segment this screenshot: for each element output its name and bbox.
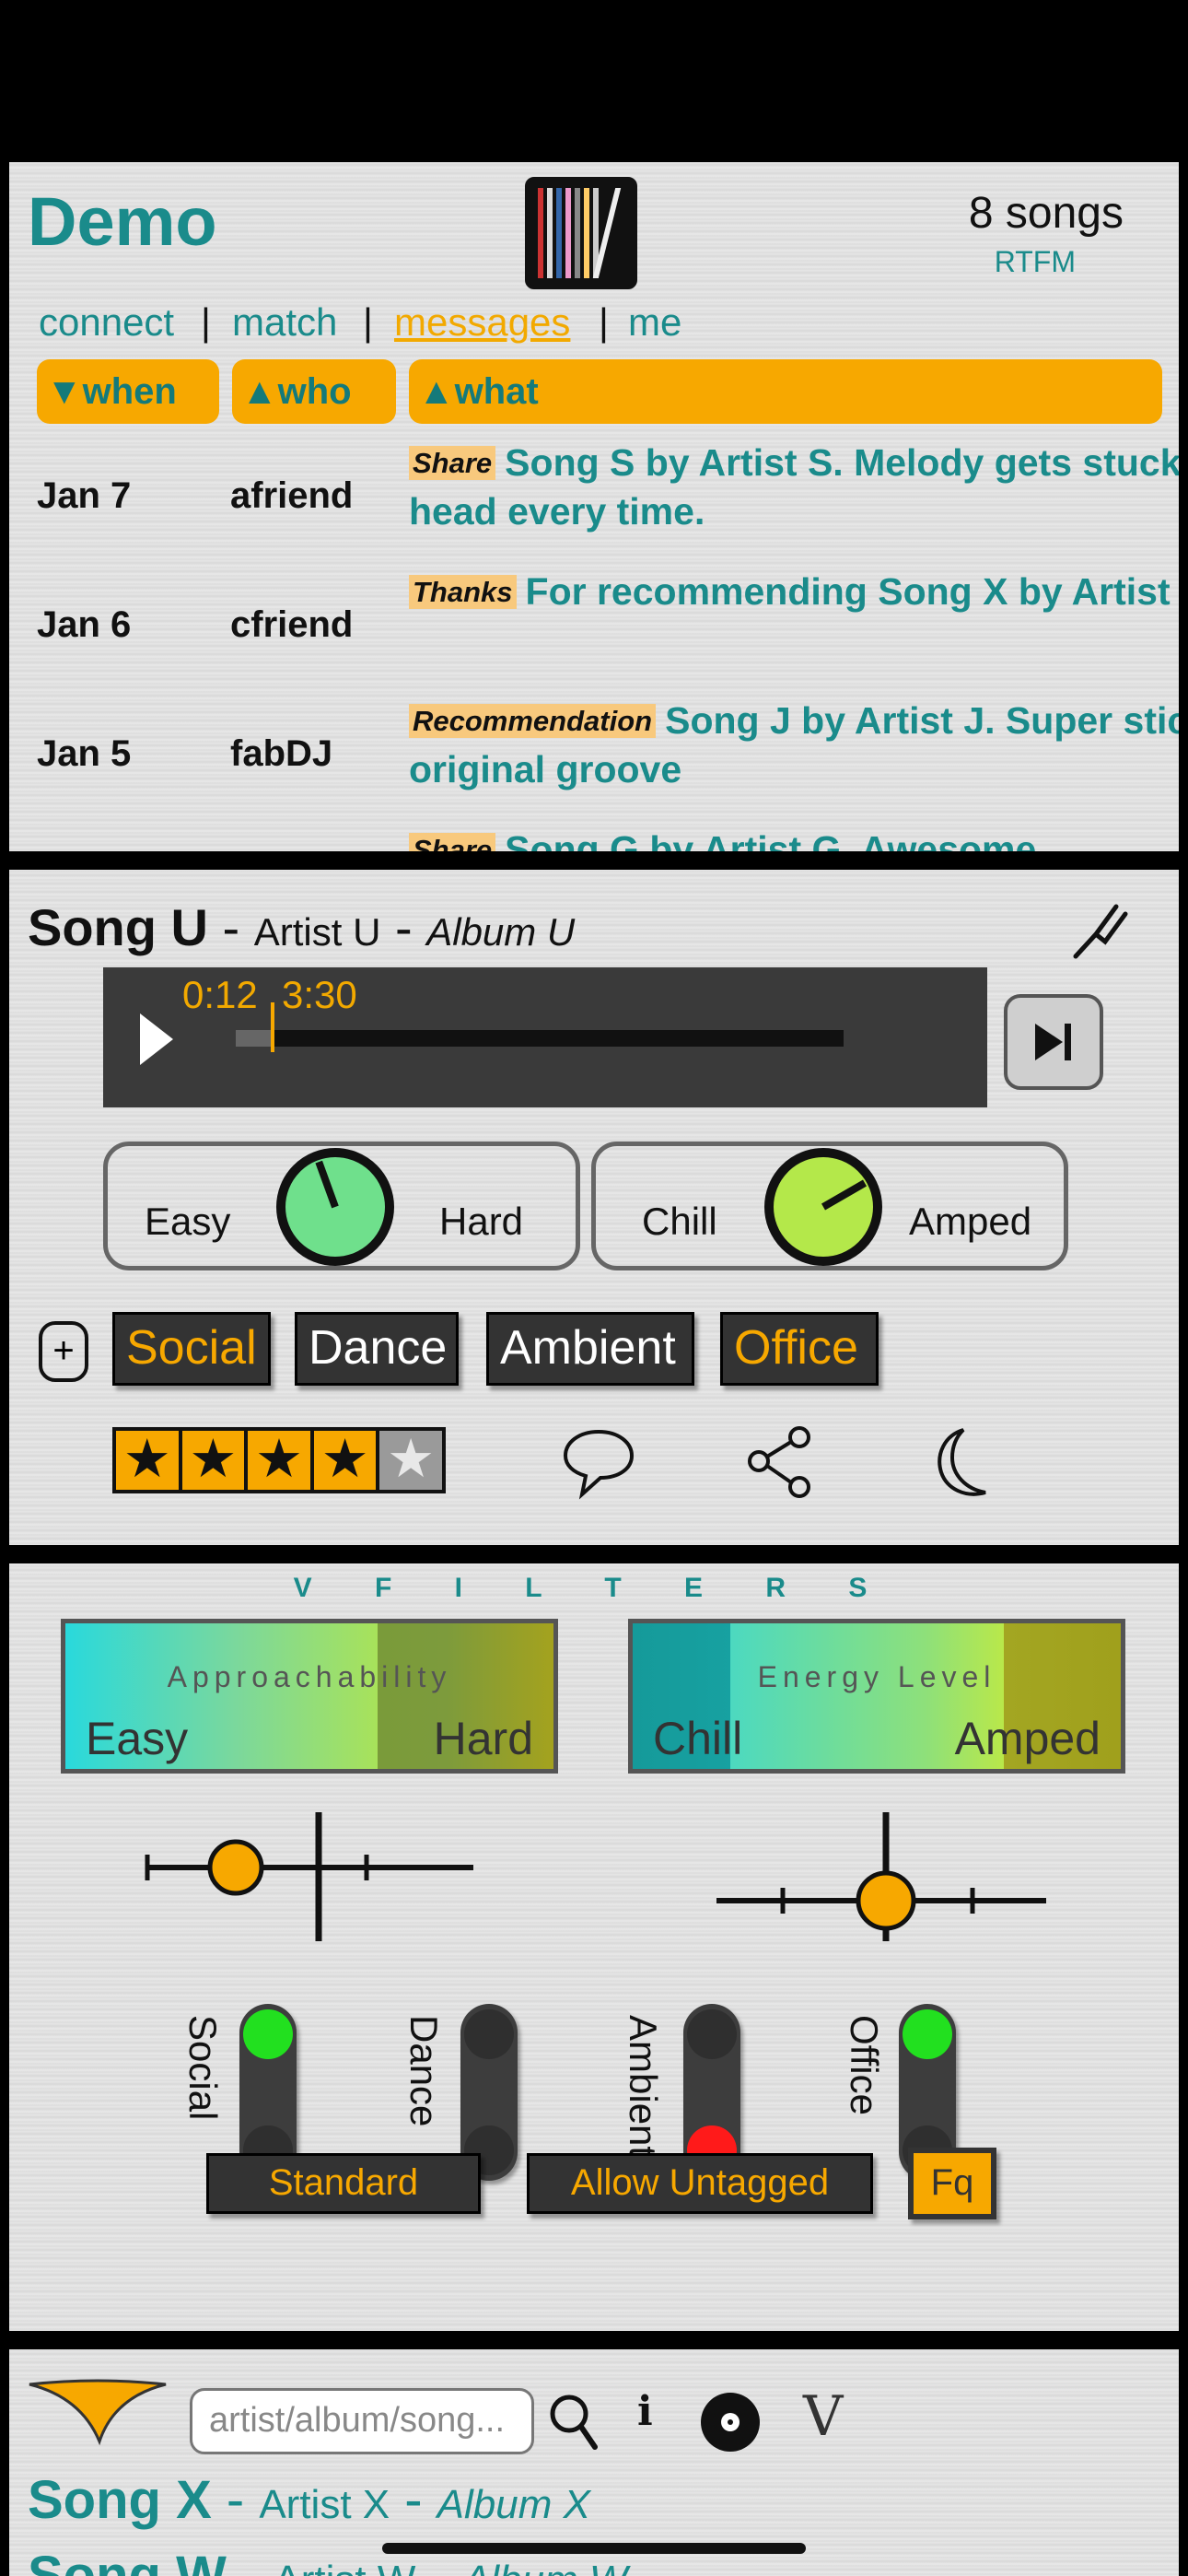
- message-sender: fabDJ: [230, 733, 333, 774]
- nav-separator: |: [201, 300, 211, 344]
- elapsed-time: 0:12: [182, 973, 258, 1016]
- message-date: Jan 7: [37, 475, 132, 516]
- sort-when-button[interactable]: ▼when: [37, 359, 219, 424]
- filter-bar-low: Easy: [86, 1713, 189, 1764]
- nav-connect[interactable]: connect: [39, 300, 174, 345]
- genre-social[interactable]: Social: [112, 1312, 271, 1386]
- approachability-knob-box: Easy Hard: [103, 1142, 580, 1270]
- allow-untagged-button[interactable]: Allow Untagged: [527, 2153, 873, 2214]
- player-panel: Song U - Artist U - Album U 0:12 3:30 Ea…: [9, 870, 1179, 1545]
- genre-ambient[interactable]: Ambient: [486, 1312, 694, 1386]
- star-rating[interactable]: ★ ★ ★ ★ ★: [112, 1427, 446, 1493]
- knob-high-label: Hard: [439, 1200, 524, 1243]
- duration-time: 3:30: [282, 973, 357, 1016]
- library-song-row[interactable]: Song X - Artist X - Album X: [28, 2469, 590, 2531]
- artist-name[interactable]: Artist U: [254, 910, 381, 954]
- knob-low-label: Easy: [145, 1200, 231, 1243]
- tuning-fork-icon[interactable]: [1068, 897, 1133, 966]
- message-date: Jan 6: [37, 604, 132, 645]
- nav-match[interactable]: match: [232, 300, 337, 345]
- message-text[interactable]: Recommendation Song J by Artist J. Super …: [409, 697, 1179, 793]
- now-playing: Song U - Artist U - Album U: [28, 898, 576, 956]
- song-title: Song U: [28, 898, 208, 956]
- energy-knob[interactable]: [764, 1148, 882, 1266]
- sort-what-button[interactable]: ▲what: [409, 359, 1162, 424]
- message-date: Jan 5: [37, 733, 132, 774]
- filter-bar-high: Amped: [954, 1713, 1101, 1764]
- message-tag: Thanks: [409, 575, 517, 609]
- nav-messages[interactable]: messages: [394, 300, 570, 345]
- rating-star-icon[interactable]: ★: [313, 1431, 377, 1490]
- toggle-label: Social: [181, 2015, 225, 2121]
- filter-bar-label: Approachability: [167, 1660, 452, 1693]
- add-genre-button[interactable]: +: [39, 1321, 88, 1382]
- filter-bar-label: Energy Level: [757, 1660, 996, 1693]
- album-art[interactable]: [525, 177, 637, 289]
- message-text[interactable]: Share Song S by Artist S. Melody gets stu…: [409, 439, 1179, 535]
- filter-bar-low: Chill: [653, 1713, 743, 1764]
- nav-me[interactable]: me: [628, 300, 681, 345]
- sleep-moon-icon[interactable]: [921, 1423, 1004, 1510]
- knob-high-label: Amped: [909, 1200, 1032, 1243]
- search-icon[interactable]: [547, 2390, 602, 2459]
- toggle-label: Dance: [402, 2015, 446, 2127]
- play-icon[interactable]: [138, 1012, 175, 1071]
- fq-button[interactable]: Fq: [908, 2148, 996, 2219]
- filters-panel: V F I L T E R S Approachability Easy Har…: [9, 1563, 1179, 2331]
- message-text[interactable]: Share Song G by Artist G. Awesome: [409, 825, 1179, 851]
- approachability-filter-bar[interactable]: Approachability Easy Hard: [61, 1619, 558, 1774]
- nav-separator: |: [599, 300, 609, 344]
- approachability-knob[interactable]: [276, 1148, 394, 1266]
- energy-filter-bar[interactable]: Energy Level Chill Amped: [628, 1619, 1125, 1774]
- audio-player: 0:12 3:30: [103, 967, 987, 1107]
- app-title: Demo: [28, 183, 217, 260]
- toggle-label: Ambient: [622, 2015, 665, 2158]
- info-icon[interactable]: i: [637, 2388, 653, 2435]
- filter-bar-high: Hard: [433, 1713, 533, 1764]
- comment-icon[interactable]: [560, 1423, 637, 1505]
- toggle-label: Office: [843, 2015, 886, 2115]
- message-sender: afriend: [230, 475, 354, 516]
- genre-dance[interactable]: Dance: [295, 1312, 459, 1386]
- message-tag: Share: [409, 446, 496, 480]
- progress-handle[interactable]: [270, 1002, 274, 1052]
- collapse-funnel-icon[interactable]: [26, 2377, 169, 2455]
- progress-track[interactable]: [236, 1002, 844, 1052]
- progress-fill: [236, 1030, 271, 1047]
- message-tag: Share: [409, 833, 496, 851]
- vinyl-record-icon[interactable]: [698, 2390, 763, 2459]
- message-tag: Recommendation: [409, 704, 657, 738]
- skip-next-icon: [1035, 1024, 1071, 1060]
- rtfm-link[interactable]: RTFM: [995, 245, 1076, 279]
- home-indicator[interactable]: [382, 2543, 806, 2554]
- v-filter-icon[interactable]: V: [803, 2384, 843, 2449]
- rating-star-icon[interactable]: ★: [248, 1431, 310, 1490]
- share-icon[interactable]: [742, 1423, 820, 1505]
- sort-who-button[interactable]: ▲who: [232, 359, 396, 424]
- rating-star-icon[interactable]: ★: [379, 1431, 442, 1490]
- nav-separator: |: [363, 300, 373, 344]
- messages-panel: Demo 8 songs RTFM connect | match | mess…: [9, 162, 1179, 851]
- song-count: 8 songs: [968, 189, 1124, 238]
- album-name[interactable]: Album U: [426, 910, 575, 954]
- energy-range-slider[interactable]: [713, 1812, 1054, 1955]
- genre-office[interactable]: Office: [720, 1312, 879, 1386]
- knob-low-label: Chill: [642, 1200, 717, 1243]
- filters-title[interactable]: V F I L T E R S: [9, 1573, 1179, 1604]
- search-input[interactable]: artist/album/song...: [190, 2388, 534, 2454]
- rating-star-icon[interactable]: ★: [116, 1431, 179, 1490]
- approachability-range-slider[interactable]: [144, 1812, 484, 1955]
- message-text[interactable]: Thanks For recommending Song X by Artist …: [409, 568, 1179, 616]
- skip-next-button[interactable]: [1004, 994, 1103, 1090]
- standard-button[interactable]: Standard: [206, 2153, 481, 2214]
- rating-star-icon[interactable]: ★: [181, 1431, 245, 1490]
- energy-knob-box: Chill Amped: [591, 1142, 1068, 1270]
- message-sender: cfriend: [230, 604, 354, 645]
